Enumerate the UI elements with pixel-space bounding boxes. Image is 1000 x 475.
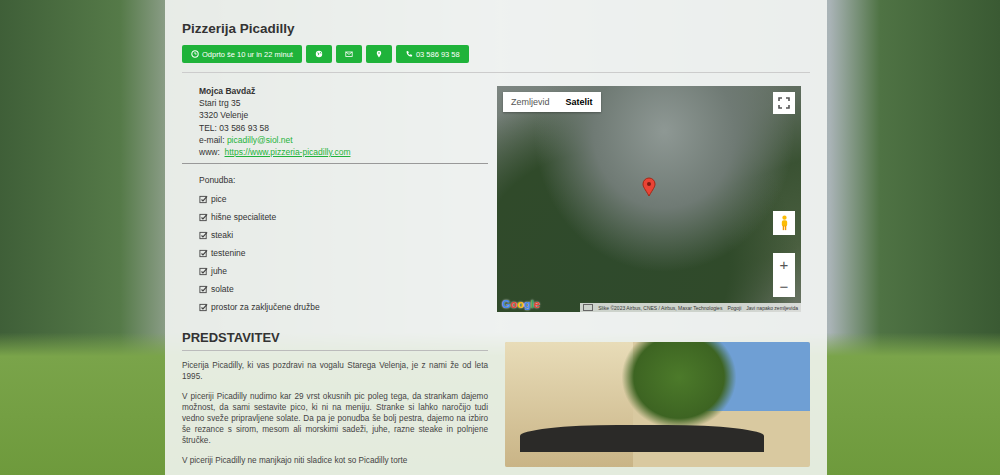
- city: 3320 Velenje: [199, 109, 488, 121]
- info-column: Mojca BavdažStari trg 353320 VelenjeTEL:…: [182, 73, 488, 316]
- street: Stari trg 35: [199, 97, 488, 109]
- web-link[interactable]: https://www.pizzeria-picadilly.com: [225, 147, 351, 157]
- divider: [182, 350, 488, 351]
- action-bar: Odprto še 10 ur in 22 minut 03 586 93 58: [182, 45, 810, 63]
- pegman-icon: [780, 215, 789, 231]
- offer-item: solate: [199, 280, 488, 298]
- zoom-control: +−: [773, 253, 795, 297]
- checkbox-icon: [199, 195, 208, 204]
- keyboard-icon[interactable]: [583, 304, 593, 311]
- status-button[interactable]: Odprto še 10 ur in 22 minut: [182, 45, 302, 63]
- divider: [182, 163, 488, 164]
- map-type-button[interactable]: Satelit: [558, 92, 601, 112]
- restaurant-photo: [505, 342, 810, 467]
- fullscreen-button[interactable]: [773, 92, 795, 114]
- checkbox-icon: [199, 231, 208, 240]
- map-marker-icon: [375, 50, 383, 58]
- map-type-switch: ZemljevidSatelit: [503, 92, 601, 112]
- offer-title: Ponudba:: [199, 175, 488, 190]
- listing-title: Pizzerija Picadilly: [182, 21, 810, 36]
- intro-paragraph: V piceriji Picadilly nudimo kar 29 vrst …: [182, 391, 488, 446]
- google-logo: Google: [502, 298, 540, 310]
- offer-item: prostor za zaključene družbe: [199, 298, 488, 316]
- checkbox-icon: [199, 303, 208, 312]
- fullscreen-icon: [778, 97, 790, 109]
- checkbox-icon: [199, 213, 208, 222]
- offer-item: testenine: [199, 244, 488, 262]
- location-pin-icon: [642, 177, 656, 197]
- intro-title: PREDSTAVITEV: [182, 330, 488, 345]
- listing-panel: Pizzerija Picadilly Odprto še 10 ur in 22…: [165, 0, 827, 475]
- email-link[interactable]: picadilly@siol.net: [227, 135, 293, 145]
- offer-item: hišne specialitete: [199, 208, 488, 226]
- location-button[interactable]: [366, 45, 392, 63]
- map-link[interactable]: Javi napako zemljevida: [746, 305, 798, 311]
- email-button[interactable]: [336, 45, 362, 63]
- page: Pizzerija Picadilly Odprto še 10 ur in 22…: [0, 0, 1000, 475]
- map[interactable]: ZemljevidSatelit +− Google Slike ©2023 Airb…: [497, 86, 801, 312]
- street-view-button[interactable]: [773, 211, 795, 235]
- clock-icon: [191, 50, 199, 58]
- phone-icon: [405, 50, 413, 58]
- divider: [182, 72, 810, 73]
- map-link[interactable]: Pogoji: [727, 305, 741, 311]
- intro-paragraph: Picerija Picadilly, ki vas pozdravi na v…: [182, 360, 488, 382]
- email-row: e-mail: picadilly@siol.net: [199, 134, 488, 146]
- checkbox-icon: [199, 249, 208, 258]
- phone-button[interactable]: 03 586 93 58: [396, 45, 469, 63]
- offer-item: pice: [199, 190, 488, 208]
- checkbox-icon: [199, 285, 208, 294]
- offer-item: steaki: [199, 226, 488, 244]
- contact-block: Mojca BavdažStari trg 353320 VelenjeTEL:…: [182, 85, 488, 158]
- offer-item: juhe: [199, 262, 488, 280]
- map-type-button[interactable]: Zemljevid: [503, 92, 558, 112]
- contact-name: Mojca Bavdaž: [199, 85, 488, 97]
- intro-paragraph: V piceriji Picadilly ne manjkajo niti sl…: [182, 455, 488, 466]
- web-button[interactable]: [306, 45, 332, 63]
- phone: TEL: 03 586 93 58: [199, 122, 488, 134]
- intro-section: PREDSTAVITEV Picerija Picadilly, ki vas p…: [182, 330, 488, 467]
- zoom-in-button[interactable]: +: [773, 253, 795, 275]
- envelope-icon: [345, 50, 353, 58]
- web-row: www: https://www.pizzeria-picadilly.com: [199, 146, 488, 158]
- checkbox-icon: [199, 267, 208, 276]
- map-attribution: Slike ©2023 Airbus, CNES / Airbus, Maxar…: [580, 303, 801, 312]
- offer-list: Ponudba:picehišne specialitetesteakitest…: [182, 175, 488, 316]
- globe-icon: [315, 50, 323, 58]
- zoom-out-button[interactable]: −: [773, 275, 795, 297]
